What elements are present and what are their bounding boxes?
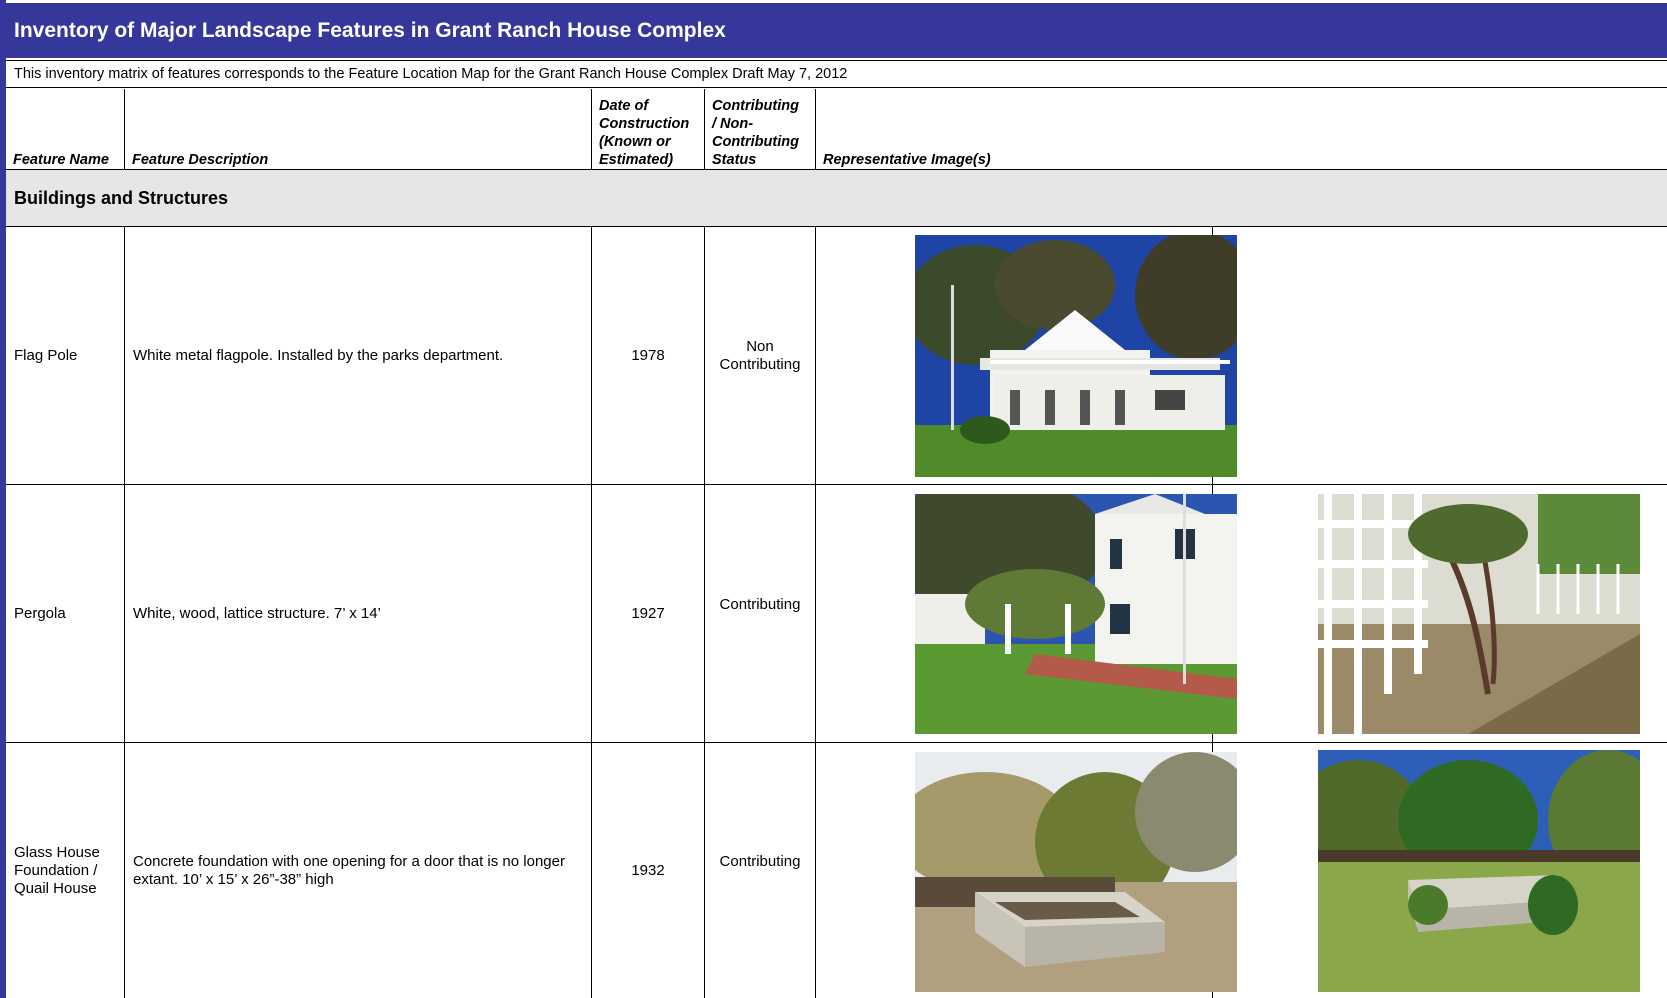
document-title: Inventory of Major Landscape Features in… (6, 3, 1667, 58)
row-1-feature-name: Flag Pole (14, 347, 78, 364)
document-page: Inventory of Major Landscape Features in… (0, 0, 1667, 998)
header-feature-name-label: Feature Name (13, 152, 109, 168)
header-date-label: Date of Construction (Known or Estimated… (599, 98, 690, 168)
white-house-with-flagpole-photo (915, 235, 1237, 477)
header-date: Date of Construction (Known or Estimated… (592, 89, 704, 169)
section-heading: Buildings and Structures (6, 170, 1667, 227)
row-2-feature-name: Pergola (14, 604, 66, 622)
header-status: Contributing / Non- Contributing Status (705, 89, 815, 169)
header-images: Representative Image(s) (816, 89, 1216, 169)
row-1-status: Non Contributing (719, 338, 801, 373)
row-2-description: White, wood, lattice structure. 7’ x 14’ (133, 604, 381, 622)
row-2-status: Contributing (719, 596, 801, 613)
header-feature-description-label: Feature Description (132, 152, 269, 168)
header-status-label: Contributing / Non- Contributing Status (712, 98, 799, 168)
row-1-description: White metal flagpole. Installed by the p… (133, 347, 504, 364)
header-images-label: Representative Image(s) (823, 152, 991, 168)
document-subtitle: This inventory matrix of features corres… (6, 60, 1667, 88)
row-2-date: 1927 (631, 604, 665, 622)
lattice-pergola-closeup-photo (1318, 494, 1640, 734)
row-1-date: 1978 (631, 347, 665, 364)
header-feature-description: Feature Description (125, 89, 591, 169)
row-3-status: Contributing (719, 853, 801, 870)
row-3-date: 1932 (631, 861, 665, 879)
row-3-description: Concrete foundation with one opening for… (133, 852, 565, 888)
header-feature-name: Feature Name (6, 89, 124, 169)
concrete-foundation-garden-photo (1318, 750, 1640, 992)
concrete-foundation-photo (915, 752, 1237, 992)
house-with-pergola-photo (915, 494, 1237, 734)
row-3-feature-name: Glass House Foundation / Quail House (14, 843, 100, 897)
